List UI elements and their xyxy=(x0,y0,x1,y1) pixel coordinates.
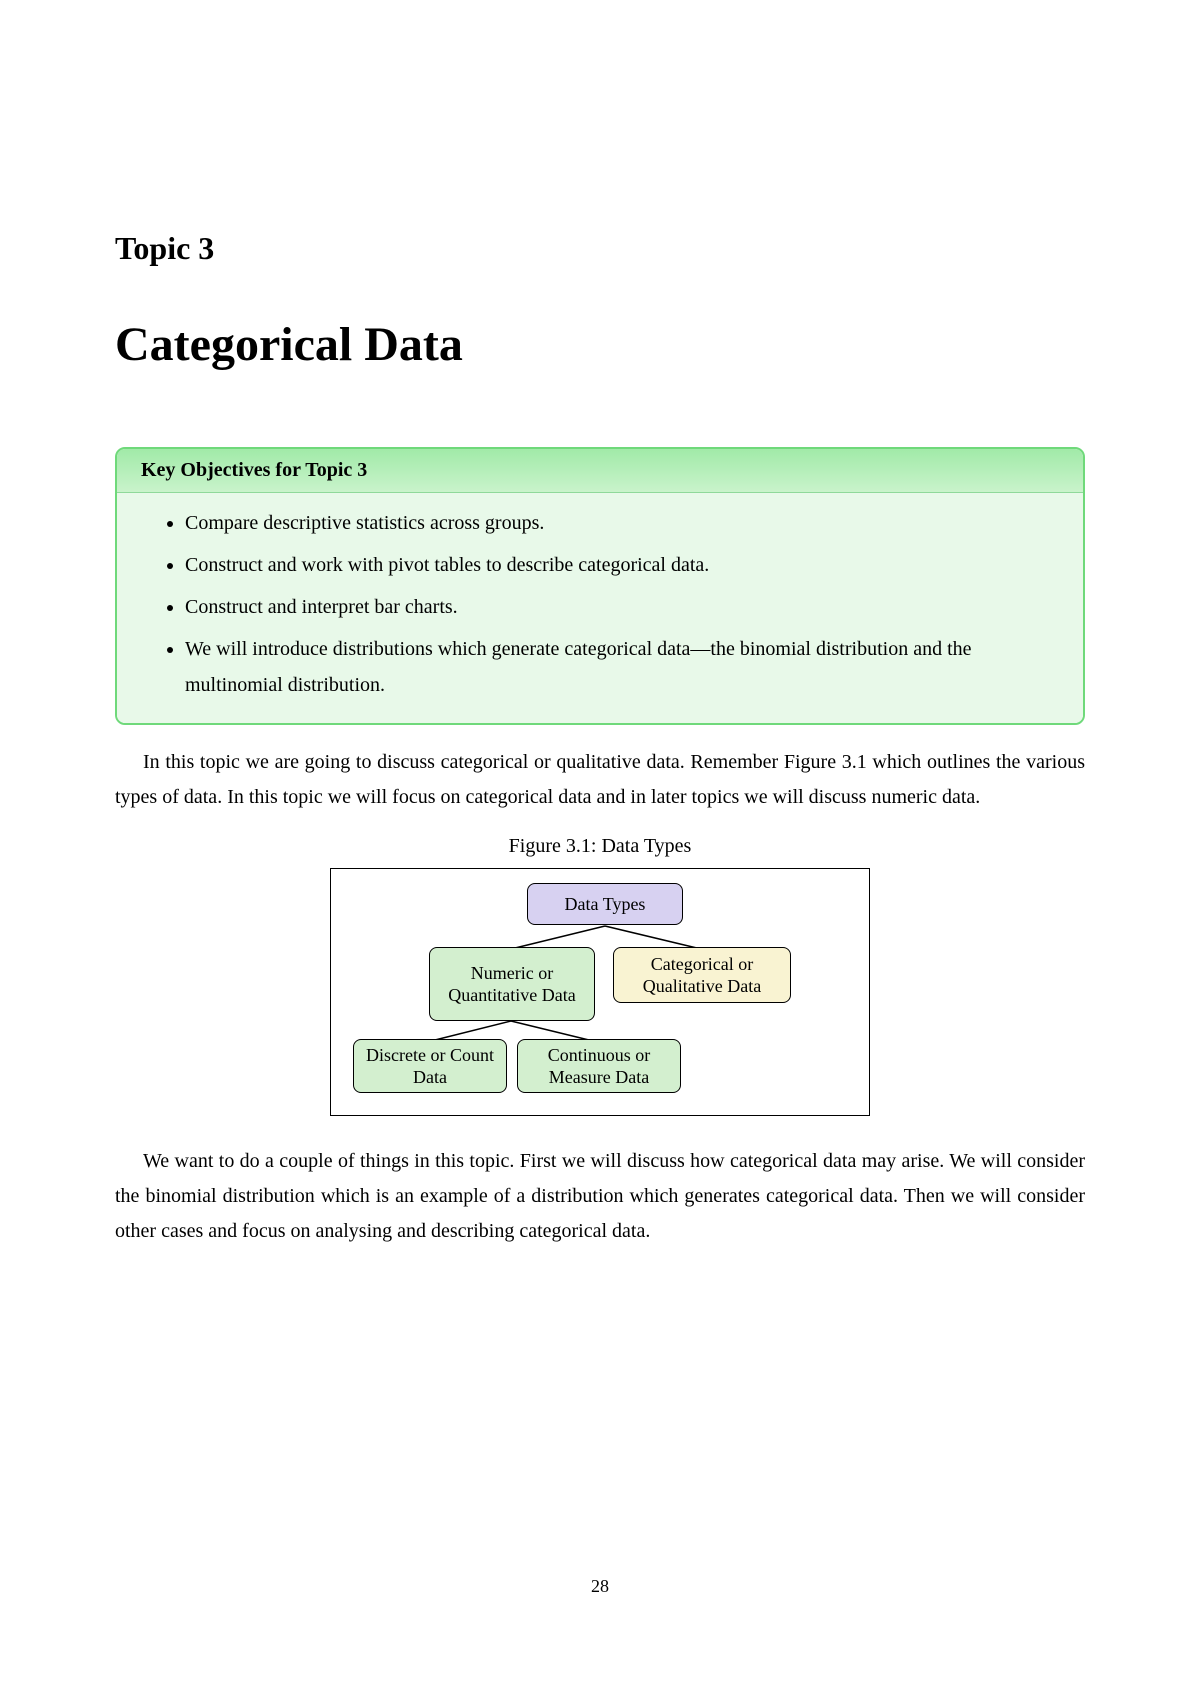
objective-item: Compare descriptive statistics across gr… xyxy=(185,505,1057,541)
page-title: Categorical Data xyxy=(115,317,1085,372)
objectives-body: Compare descriptive statistics across gr… xyxy=(117,493,1083,723)
objectives-header: Key Objectives for Topic 3 xyxy=(117,449,1083,493)
topic-number: Topic 3 xyxy=(115,230,1085,267)
page-number: 28 xyxy=(0,1576,1200,1597)
node-root-data-types: Data Types xyxy=(527,883,683,925)
objective-item: We will introduce distributions which ge… xyxy=(185,631,1057,703)
node-continuous-measure: Continuous or Measure Data xyxy=(517,1039,681,1093)
paragraph-body: We want to do a couple of things in this… xyxy=(115,1144,1085,1249)
objective-item: Construct and work with pivot tables to … xyxy=(185,547,1057,583)
objective-item: Construct and interpret bar charts. xyxy=(185,589,1057,625)
node-categorical-qualitative: Categorical or Qualitative Data xyxy=(613,947,791,1003)
node-discrete-count: Discrete or Count Data xyxy=(353,1039,507,1093)
paragraph-intro: In this topic we are going to discuss ca… xyxy=(115,745,1085,815)
figure-caption: Figure 3.1: Data Types xyxy=(115,835,1085,858)
node-numeric-quantitative: Numeric or Quantitative Data xyxy=(429,947,595,1021)
objectives-box: Key Objectives for Topic 3 Compare descr… xyxy=(115,447,1085,725)
figure-data-types: Data Types Numeric or Quantitative Data … xyxy=(330,868,870,1116)
